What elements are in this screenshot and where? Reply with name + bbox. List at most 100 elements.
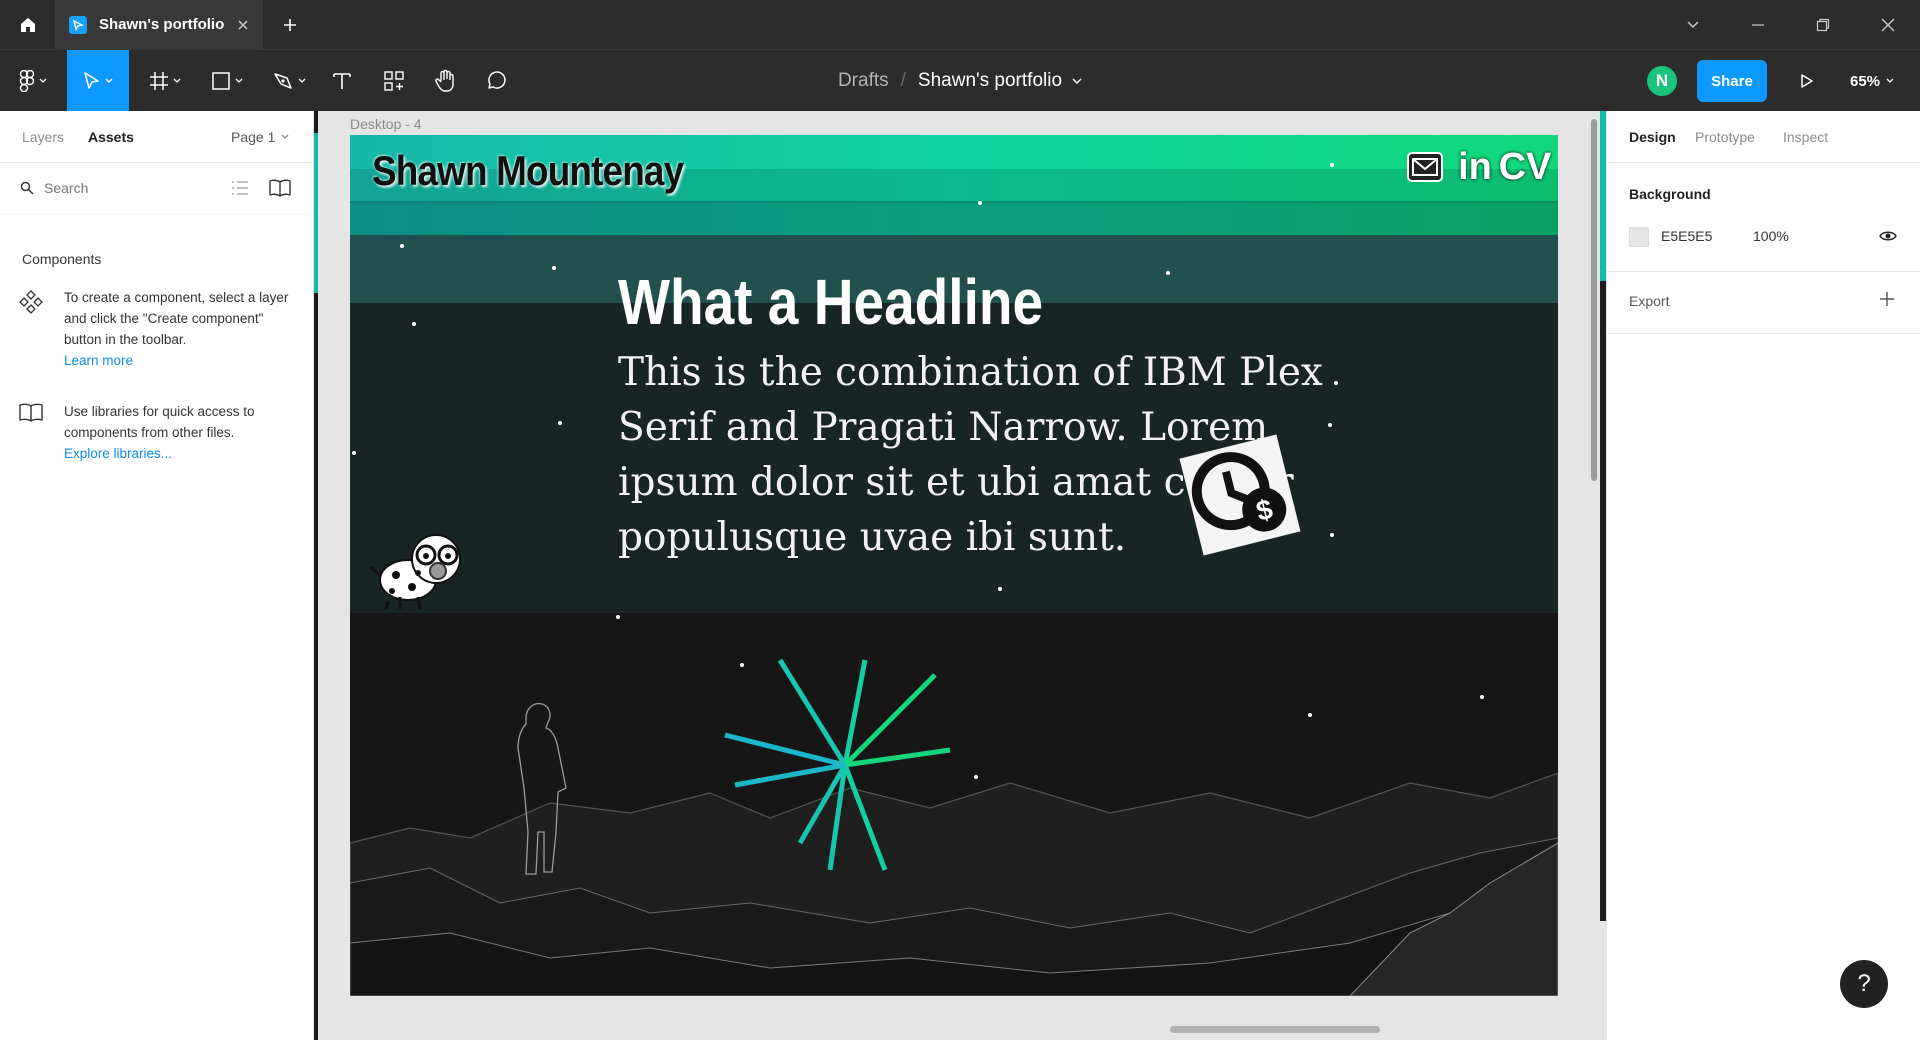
background-opacity-input[interactable]: 100% — [1753, 228, 1789, 244]
star-dot — [1334, 381, 1338, 385]
avatar[interactable]: N — [1647, 66, 1677, 96]
chevron-down-icon — [1686, 20, 1700, 30]
zoom-dropdown[interactable]: 65% — [1850, 68, 1894, 94]
minimize-icon — [1751, 18, 1765, 32]
team-library-icon[interactable] — [268, 179, 292, 197]
tab-title: Shawn's portfolio — [99, 16, 225, 33]
figma-logo-icon — [19, 70, 35, 92]
libraries-text: Use libraries for quick access to compon… — [64, 401, 298, 464]
close-tab-icon[interactable] — [237, 19, 249, 31]
page-selector[interactable]: Page 1 — [231, 129, 289, 145]
breadcrumb-separator: / — [900, 70, 906, 91]
component-icon — [18, 287, 46, 371]
headline[interactable]: What a Headline — [618, 265, 1043, 339]
tabs-dropdown-button[interactable] — [1680, 12, 1706, 38]
tab-prototype[interactable]: Prototype — [1695, 129, 1755, 145]
zoom-level: 65% — [1850, 72, 1881, 90]
chevron-down-icon[interactable] — [1072, 78, 1082, 85]
star-dot — [1480, 695, 1484, 699]
artboard-desktop-4[interactable]: Shawn Mountenay in CV What a Headline Th… — [350, 135, 1558, 996]
page-selector-label: Page 1 — [231, 129, 276, 145]
file-tab[interactable]: Shawn's portfolio — [55, 0, 263, 49]
horizontal-scrollbar[interactable] — [1170, 1026, 1380, 1033]
star-dot — [978, 201, 982, 205]
star-dot — [400, 244, 404, 248]
move-tool-button[interactable] — [67, 50, 129, 112]
portfolio-name[interactable]: Shawn Mountenay — [372, 147, 684, 195]
play-icon — [1800, 73, 1814, 89]
cursor-icon — [83, 71, 101, 91]
components-heading: Components — [22, 251, 102, 267]
dalmatian-dog-illustration[interactable] — [368, 525, 468, 611]
chevron-down-icon — [105, 78, 113, 84]
text-icon — [332, 71, 352, 91]
restore-icon — [1816, 18, 1830, 32]
frame-tool-button[interactable] — [140, 50, 190, 112]
restore-button[interactable] — [1810, 12, 1836, 38]
linkedin-icon[interactable]: in — [1454, 145, 1496, 189]
comment-tool-button[interactable] — [480, 50, 512, 112]
create-component-text: To create a component, select a layer an… — [64, 287, 298, 371]
main-menu-button[interactable] — [8, 50, 58, 112]
star-dot — [552, 266, 556, 270]
star-dot — [1308, 713, 1312, 717]
resources-tool-button[interactable] — [378, 50, 410, 112]
present-button[interactable] — [1794, 68, 1820, 94]
right-panel-tabs: Design Prototype Inspect — [1607, 111, 1920, 163]
section-divider — [1607, 271, 1920, 272]
frame-label[interactable]: Desktop - 4 — [350, 116, 422, 132]
star-dot — [1328, 423, 1332, 427]
pen-tool-button[interactable] — [264, 50, 314, 112]
cv-icon[interactable]: CV — [1499, 145, 1552, 189]
chevron-down-icon — [39, 78, 47, 84]
assets-search-bar — [0, 163, 313, 215]
left-panel-tabs: Layers Assets Page 1 — [0, 111, 313, 163]
minimize-button[interactable] — [1745, 12, 1771, 38]
pen-icon — [272, 71, 294, 91]
learn-more-link[interactable]: Learn more — [64, 350, 298, 371]
home-button[interactable] — [0, 0, 55, 49]
canvas-edge-frame-accent — [314, 133, 318, 293]
help-button[interactable]: ? — [1840, 960, 1888, 1008]
search-input[interactable] — [44, 175, 214, 201]
add-export-icon[interactable] — [1879, 291, 1895, 307]
explore-libraries-link[interactable]: Explore libraries... — [64, 443, 298, 464]
background-color-swatch[interactable] — [1629, 227, 1649, 247]
star-dot — [974, 775, 978, 779]
title-bar: Shawn's portfolio — [0, 0, 1920, 49]
close-icon — [1881, 18, 1895, 32]
section-divider — [1607, 333, 1920, 334]
canvas[interactable]: Desktop - 4 Shawn Mountenay in CV What a… — [314, 111, 1606, 1040]
frame-icon — [149, 71, 169, 91]
star-dot — [998, 587, 1002, 591]
tab-design[interactable]: Design — [1629, 129, 1676, 145]
burst-graphic[interactable] — [710, 655, 960, 875]
tab-inspect[interactable]: Inspect — [1783, 129, 1828, 145]
chevron-down-icon — [1886, 78, 1894, 84]
eye-icon[interactable] — [1879, 229, 1897, 243]
chevron-down-icon — [298, 78, 306, 84]
star-dot — [1330, 533, 1334, 537]
chevron-down-icon — [173, 78, 181, 84]
list-view-icon[interactable] — [231, 180, 249, 196]
new-tab-button[interactable] — [278, 13, 302, 37]
shape-tool-button[interactable] — [202, 50, 252, 112]
chevron-down-icon — [235, 78, 243, 84]
background-heading: Background — [1629, 186, 1711, 202]
text-tool-button[interactable] — [326, 50, 358, 112]
breadcrumb-file-name[interactable]: Shawn's portfolio — [918, 70, 1062, 92]
hand-tool-button[interactable] — [430, 50, 462, 112]
background-hex-input[interactable]: E5E5E5 — [1661, 228, 1712, 244]
tab-assets[interactable]: Assets — [88, 129, 134, 145]
social-icons: in CV — [1404, 145, 1552, 189]
tab-layers[interactable]: Layers — [22, 129, 64, 145]
left-panel: Layers Assets Page 1 Components To creat… — [0, 111, 314, 1040]
create-component-description: To create a component, select a layer an… — [64, 290, 289, 347]
star-dot — [616, 615, 620, 619]
share-button[interactable]: Share — [1697, 60, 1767, 102]
star-dot — [558, 421, 562, 425]
email-icon[interactable] — [1404, 145, 1446, 189]
close-window-button[interactable] — [1875, 12, 1901, 38]
breadcrumb-drafts[interactable]: Drafts — [838, 70, 889, 92]
vertical-scrollbar[interactable] — [1591, 119, 1597, 481]
